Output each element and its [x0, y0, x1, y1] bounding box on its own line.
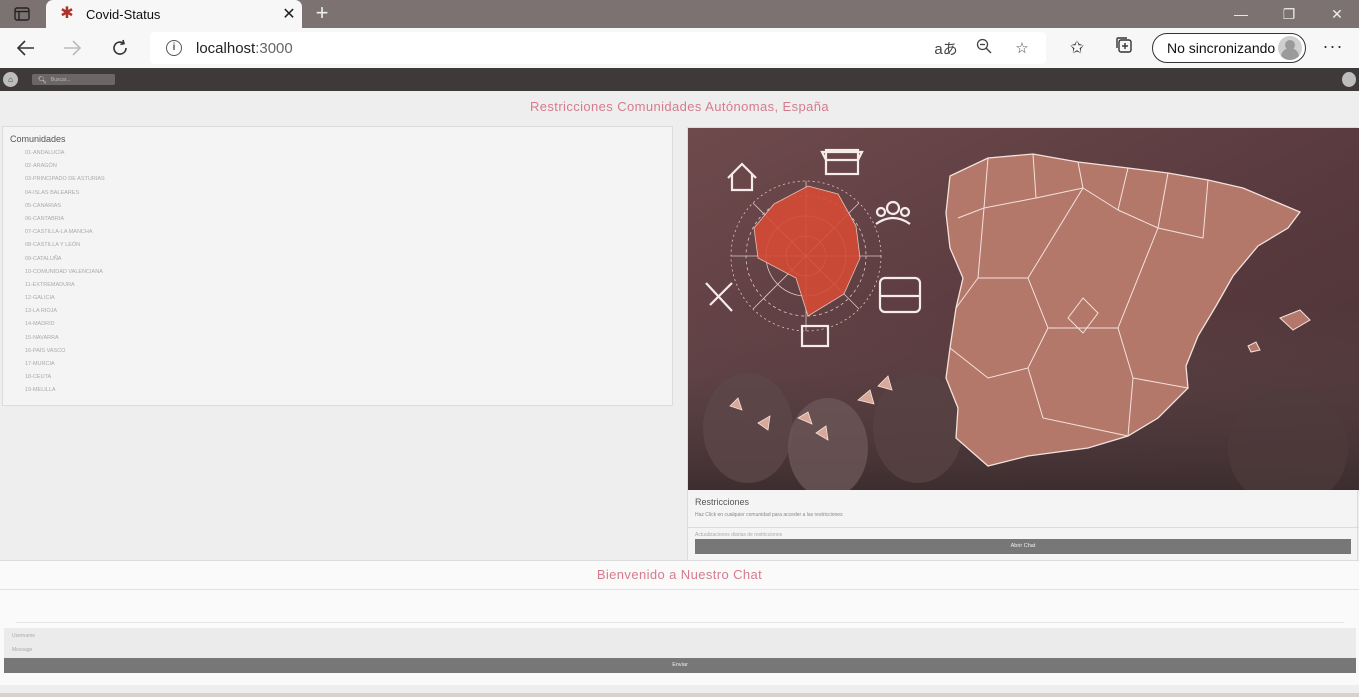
community-list-item[interactable]: 04-ISLAS BALEARES	[25, 189, 105, 202]
address-bar[interactable]: i localhost:3000 aあ ☆	[150, 32, 1046, 64]
update-label: Actualizaciones diarias de restricciones	[695, 532, 783, 538]
avatar	[1278, 36, 1302, 60]
collections-icon[interactable]	[1111, 36, 1137, 60]
community-list-item[interactable]: 13-LA RIOJA	[25, 307, 105, 320]
profile-sync-button[interactable]: No sincronizando	[1152, 33, 1306, 63]
close-icon[interactable]: ✕	[276, 4, 302, 24]
new-tab-icon[interactable]: +	[310, 1, 334, 25]
community-list-item[interactable]: 01-ANDALUCÍA	[25, 149, 105, 162]
username-input[interactable]	[8, 630, 1348, 642]
community-list-item[interactable]: 09-CATALUÑA	[25, 255, 105, 268]
search-input[interactable]	[50, 76, 111, 83]
add-favorite-icon[interactable]: ☆	[1008, 39, 1036, 57]
community-list-item[interactable]: 16-PAÍS VASCO	[25, 347, 105, 360]
message-input[interactable]	[8, 644, 1348, 656]
community-list-item[interactable]: 18-CEUTA	[25, 373, 105, 386]
community-list-item[interactable]: 12-GALICIA	[25, 294, 105, 307]
home-icon[interactable]: ⌂	[3, 72, 18, 87]
communities-card: Comunidades 01-ANDALUCÍA 02-ARAGÓN 03-PRIN…	[2, 126, 673, 406]
community-list: 01-ANDALUCÍA 02-ARAGÓN 03-PRINCIPADO DE AS…	[25, 149, 105, 400]
minimize-icon[interactable]: —	[1218, 0, 1264, 28]
community-list-item[interactable]: 03-PRINCIPADO DE ASTURIAS	[25, 175, 105, 188]
divider	[688, 527, 1359, 528]
community-list-item[interactable]: 10-COMUNIDAD VALENCIANA	[25, 268, 105, 281]
search-icon: 🔍︎	[38, 76, 47, 84]
virus-favicon-icon: ✱	[60, 5, 74, 22]
app-header-bar: ⌂ 🔍︎	[0, 68, 1359, 91]
more-options-icon[interactable]: ···	[1320, 36, 1346, 60]
zoom-out-icon[interactable]	[970, 38, 998, 58]
restrictions-title: Restricciones	[695, 497, 750, 507]
community-list-item[interactable]: 07-CASTILLA-LA MANCHA	[25, 228, 105, 241]
map-card: Restricciones Haz Click en cualquier com…	[687, 127, 1359, 561]
user-icon[interactable]	[1342, 72, 1356, 87]
sync-status-label: No sincronizando	[1167, 40, 1276, 56]
window-close-icon[interactable]: ✕	[1314, 0, 1359, 28]
info-icon[interactable]: i	[166, 40, 182, 56]
send-button[interactable]: Enviar	[4, 658, 1356, 673]
tab-title: Covid-Status	[86, 6, 161, 22]
browser-tab-strip: ✱ Covid-Status ✕ + — ❐ ✕	[0, 0, 1359, 28]
community-list-item[interactable]: 06-CANTABRIA	[25, 215, 105, 228]
restrictions-description: Haz Click en cualquier comunidad para ac…	[695, 512, 843, 518]
restore-icon[interactable]: ❐	[1266, 0, 1312, 28]
browser-tab-active[interactable]: ✱ Covid-Status ✕	[46, 0, 302, 28]
read-aloud-icon[interactable]: aあ	[932, 38, 960, 59]
community-list-item[interactable]: 05-CANARIAS	[25, 202, 105, 215]
spain-map-image[interactable]	[688, 128, 1359, 490]
page-title: Restricciones Comunidades Autónomas, Esp…	[529, 99, 830, 114]
open-chat-button[interactable]: Abrir Chat	[695, 539, 1351, 554]
forward-arrow-icon[interactable]	[57, 34, 87, 62]
community-list-item[interactable]: 17-MURCIA	[25, 360, 105, 373]
divider	[0, 589, 1359, 590]
browser-toolbar: i localhost:3000 aあ ☆ ✩ No sincronizando…	[0, 28, 1359, 68]
community-list-item[interactable]: 02-ARAGÓN	[25, 162, 105, 175]
community-list-item[interactable]: 08-CASTILLA Y LEÓN	[25, 241, 105, 254]
communities-title: Comunidades	[10, 134, 66, 144]
refresh-icon[interactable]	[105, 34, 135, 62]
community-list-item[interactable]: 14-MADRID	[25, 320, 105, 333]
chat-form: Enviar	[4, 628, 1356, 673]
favorites-icon[interactable]: ✩	[1064, 36, 1090, 60]
page-content: Restricciones Comunidades Autónomas, Esp…	[0, 91, 1359, 697]
community-list-item[interactable]: 15-NAVARRA	[25, 334, 105, 347]
back-arrow-icon[interactable]	[11, 34, 41, 62]
community-list-item[interactable]: 19-MELILLA	[25, 386, 105, 399]
tab-actions-icon[interactable]	[8, 4, 36, 24]
community-list-item[interactable]: 11-EXTREMADURA	[25, 281, 105, 294]
taskbar-edge	[0, 693, 1359, 697]
url-text: localhost:3000	[196, 39, 293, 57]
chat-messages-area	[16, 622, 1344, 623]
chat-title: Bienvenido a Nuestro Chat	[596, 567, 763, 582]
app-search-box[interactable]: 🔍︎	[32, 74, 115, 85]
chat-section: Bienvenido a Nuestro Chat Enviar	[0, 560, 1359, 685]
